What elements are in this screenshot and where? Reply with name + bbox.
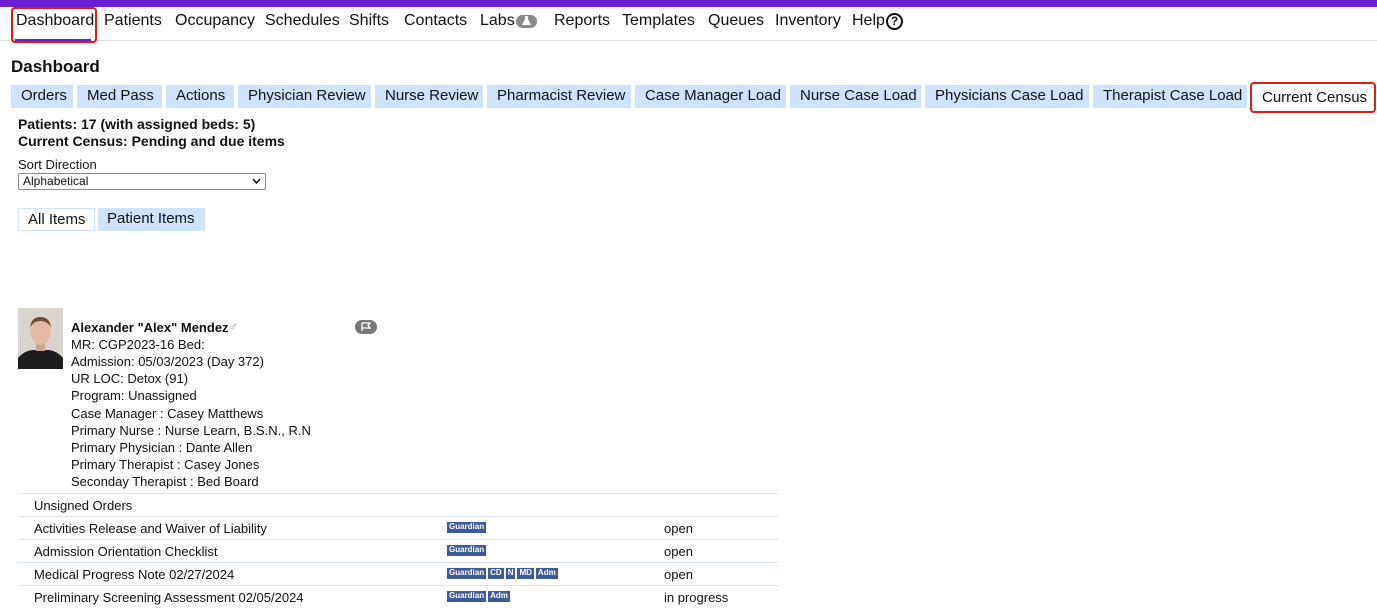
tag-badge: Guardian (447, 522, 487, 533)
patient-primary-therapist: Primary Therapist : Casey Jones (71, 457, 260, 472)
nav-active-underline (15, 39, 91, 41)
flag-icon[interactable] (355, 320, 377, 334)
avatar (18, 308, 63, 369)
order-status: open (664, 521, 693, 536)
order-status: open (664, 544, 693, 559)
tab-nurse-review[interactable]: Nurse Review (375, 85, 483, 108)
patient-name[interactable]: Alexander "Alex" Mendez (71, 320, 229, 335)
top-navigation: Dashboard Patients Occupancy Schedules S… (0, 7, 1377, 43)
flask-icon[interactable] (516, 15, 537, 28)
sort-direction-label: Sort Direction (18, 157, 97, 172)
help-circle-icon[interactable]: ? (886, 13, 903, 30)
tag-badge: Guardian (447, 568, 487, 579)
nav-contacts[interactable]: Contacts (404, 12, 467, 30)
nav-queues[interactable]: Queues (708, 12, 764, 30)
tag-badge: MD (517, 568, 534, 579)
nav-shifts[interactable]: Shifts (349, 12, 389, 30)
patient-program: Program: Unassigned (71, 388, 197, 403)
tab-patient-items[interactable]: Patient Items (98, 208, 205, 231)
order-name[interactable]: Activities Release and Waiver of Liabili… (34, 521, 267, 536)
nav-occupancy[interactable]: Occupancy (175, 12, 255, 30)
table-row[interactable]: Preliminary Screening Assessment 02/05/2… (18, 585, 779, 608)
page-title: Dashboard (11, 57, 100, 76)
nav-labs[interactable]: Labs (480, 12, 515, 30)
nav-dashboard[interactable]: Dashboard (16, 12, 94, 30)
tab-pharmacist-review[interactable]: Pharmacist Review (487, 85, 631, 108)
unsigned-orders-table: Unsigned Orders Activities Release and W… (18, 493, 779, 608)
orders-header: Unsigned Orders (34, 498, 133, 513)
nav-schedules[interactable]: Schedules (265, 12, 340, 30)
table-row[interactable]: Activities Release and Waiver of Liabili… (18, 516, 779, 539)
census-summary: Patients: 17 (with assigned beds: 5) Cur… (18, 116, 285, 150)
sort-direction-select[interactable]: Alphabetical (18, 173, 266, 190)
order-name[interactable]: Admission Orientation Checklist (34, 544, 218, 559)
chevron-down-icon (252, 174, 261, 194)
order-name[interactable]: Preliminary Screening Assessment 02/05/2… (34, 590, 304, 605)
order-tags: Guardian CD N MD Adm (447, 568, 560, 579)
table-row[interactable]: Admission Orientation Checklist Guardian… (18, 539, 779, 562)
tag-badge: Guardian (447, 591, 487, 602)
tab-case-manager-load[interactable]: Case Manager Load (635, 85, 786, 108)
tag-badge: Guardian (447, 545, 487, 556)
table-row[interactable]: Medical Progress Note 02/27/2024 Guardia… (18, 562, 779, 585)
tab-therapist-case-load[interactable]: Therapist Case Load (1093, 85, 1247, 108)
tab-physicians-case-load[interactable]: Physicians Case Load (925, 85, 1089, 108)
nav-reports[interactable]: Reports (554, 12, 610, 30)
order-status: in progress (664, 590, 729, 605)
tag-badge: Adm (488, 591, 510, 602)
order-tags: Guardian Adm (447, 591, 512, 602)
census-subtitle: Current Census: Pending and due items (18, 133, 285, 149)
tab-actions[interactable]: Actions (166, 85, 234, 108)
male-icon: ♂ (228, 319, 238, 334)
tab-nurse-case-load[interactable]: Nurse Case Load (790, 85, 921, 108)
tab-physician-review[interactable]: Physician Review (238, 85, 371, 108)
patient-mr-bed: MR: CGP2023-16 Bed: (71, 337, 205, 352)
patient-admission: Admission: 05/03/2023 (Day 372) (71, 354, 264, 369)
tab-all-items[interactable]: All Items (18, 208, 95, 231)
tag-badge: CD (488, 568, 504, 579)
order-tags: Guardian (447, 522, 488, 533)
order-tags: Guardian (447, 545, 488, 556)
tab-orders[interactable]: Orders (11, 85, 73, 108)
order-status: open (664, 567, 693, 582)
tag-badge: Adm (535, 568, 558, 579)
orders-header-row: Unsigned Orders (18, 493, 779, 516)
patient-secondary-therapist: Seconday Therapist : Bed Board (71, 474, 259, 489)
sort-direction-value: Alphabetical (23, 174, 89, 188)
nav-patients[interactable]: Patients (104, 12, 162, 30)
nav-inventory[interactable]: Inventory (775, 12, 841, 30)
patient-primary-physician: Primary Physician : Dante Allen (71, 440, 253, 455)
nav-help[interactable]: Help (852, 12, 885, 30)
tag-badge: N (505, 568, 516, 579)
brand-strip (0, 0, 1377, 7)
tab-current-census[interactable]: Current Census (1250, 82, 1376, 113)
tab-med-pass[interactable]: Med Pass (77, 85, 162, 108)
nav-templates[interactable]: Templates (622, 12, 695, 30)
patient-primary-nurse: Primary Nurse : Nurse Learn, B.S.N., R.N (71, 423, 311, 438)
patient-case-manager: Case Manager : Casey Matthews (71, 406, 264, 421)
patient-ur-loc: UR LOC: Detox (91) (71, 371, 189, 386)
order-name[interactable]: Medical Progress Note 02/27/2024 (34, 567, 234, 582)
patients-count: Patients: 17 (with assigned beds: 5) (18, 116, 256, 132)
